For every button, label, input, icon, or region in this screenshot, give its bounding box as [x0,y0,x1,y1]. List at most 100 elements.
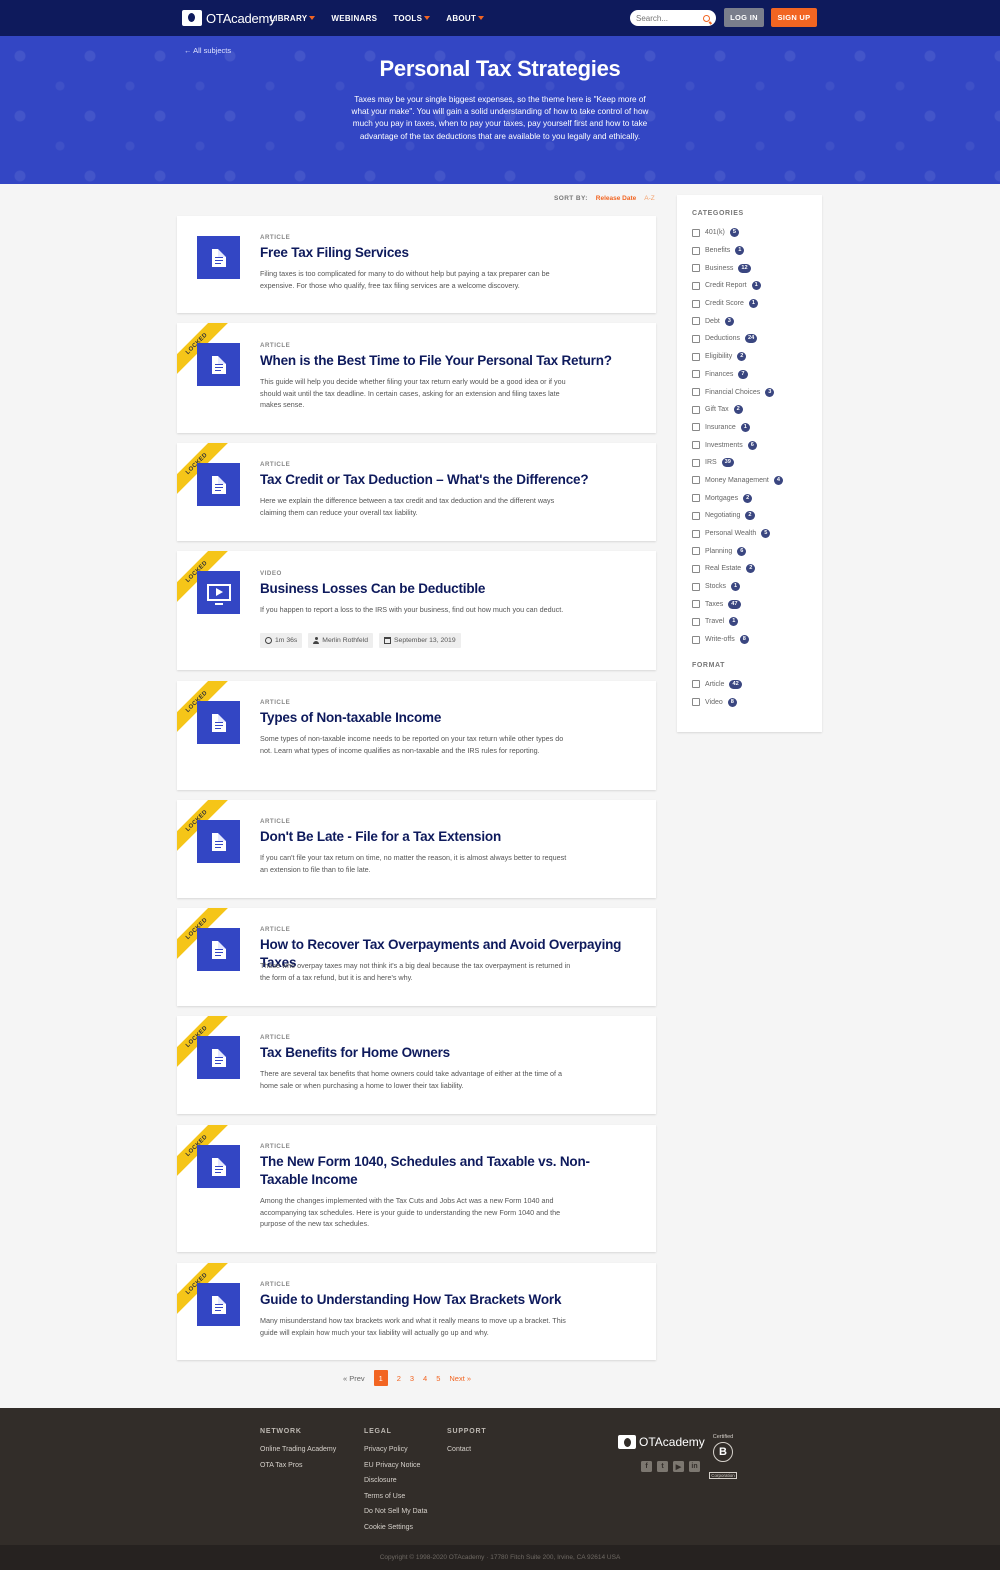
filter-checkbox[interactable] [692,317,700,326]
filter-option[interactable]: Taxes 47 [692,595,807,613]
card-title[interactable]: Guide to Understanding How Tax Brackets … [260,1291,650,1309]
footer-link[interactable]: Privacy Policy [364,1442,427,1458]
sort-release-date[interactable]: Release Date [596,195,636,202]
footer-link[interactable]: Online Trading Academy [260,1442,336,1458]
footer-logo[interactable]: OTAcademy [618,1435,705,1449]
filter-checkbox[interactable] [692,698,700,707]
filter-checkbox[interactable] [692,458,700,467]
filter-option[interactable]: 401(k) 5 [692,224,807,242]
content-card[interactable]: LOCKED ARTICLE The New Form 1040, Schedu… [177,1125,656,1252]
filter-checkbox[interactable] [692,299,700,308]
login-button[interactable]: LOG IN [724,8,764,27]
content-card[interactable]: ARTICLE Free Tax Filing Services Filing … [177,216,656,313]
menu-about[interactable]: ABOUT [446,14,485,23]
filter-option[interactable]: Gift Tax 2 [692,401,807,419]
filter-option[interactable]: Financial Choices 3 [692,383,807,401]
twitter-icon[interactable]: t [657,1461,668,1472]
filter-checkbox[interactable] [692,547,700,556]
filter-checkbox[interactable] [692,405,700,414]
filter-option[interactable]: Investments 6 [692,436,807,454]
filter-option[interactable]: Planning 6 [692,542,807,560]
logo[interactable]: OTAcademy [182,10,276,26]
filter-option[interactable]: Mortgages 2 [692,489,807,507]
filter-checkbox[interactable] [692,441,700,450]
filter-option[interactable]: Personal Wealth 5 [692,525,807,543]
linkedin-icon[interactable]: in [689,1461,700,1472]
card-title[interactable]: Don't Be Late - File for a Tax Extension [260,828,650,846]
search-input[interactable] [636,13,700,23]
card-title[interactable]: Free Tax Filing Services [260,244,650,262]
filter-option[interactable]: IRS 39 [692,454,807,472]
sort-a-z[interactable]: A-Z [644,195,654,202]
content-card[interactable]: LOCKED ARTICLE Don't Be Late - File for … [177,800,656,898]
filter-option[interactable]: Insurance 1 [692,419,807,437]
filter-checkbox[interactable] [692,388,700,397]
filter-option[interactable]: Finances 7 [692,366,807,384]
content-card[interactable]: LOCKED ARTICLE Types of Non-taxable Inco… [177,681,656,790]
filter-checkbox[interactable] [692,370,700,379]
filter-checkbox[interactable] [692,334,700,343]
page-3-link[interactable]: 3 [410,1374,414,1383]
footer-link[interactable]: Disclosure [364,1473,427,1489]
footer-link[interactable]: OTA Tax Pros [260,1458,336,1474]
filter-checkbox[interactable] [692,600,700,609]
content-card[interactable]: LOCKED VIDEO Business Losses Can be Dedu… [177,551,656,670]
filter-checkbox[interactable] [692,617,700,626]
footer-link[interactable]: Terms of Use [364,1489,427,1505]
filter-checkbox[interactable] [692,281,700,290]
filter-checkbox[interactable] [692,423,700,432]
filter-checkbox[interactable] [692,564,700,573]
page-2-link[interactable]: 2 [397,1374,401,1383]
filter-option[interactable]: Article 42 [692,676,807,694]
filter-option[interactable]: Real Estate 2 [692,560,807,578]
card-title[interactable]: When is the Best Time to File Your Perso… [260,352,650,370]
filter-checkbox[interactable] [692,228,700,237]
filter-checkbox[interactable] [692,582,700,591]
content-card[interactable]: LOCKED ARTICLE When is the Best Time to … [177,323,656,433]
filter-option[interactable]: Travel 1 [692,613,807,631]
filter-checkbox[interactable] [692,511,700,520]
prev-page-link[interactable]: « Prev [343,1374,365,1383]
search-icon[interactable] [703,14,710,22]
menu-library[interactable]: LIBRARY [270,14,316,23]
filter-option[interactable]: Money Management 4 [692,472,807,490]
filter-option[interactable]: Write-offs 8 [692,631,807,649]
filter-option[interactable]: Negotiating 2 [692,507,807,525]
content-card[interactable]: LOCKED ARTICLE Tax Benefits for Home Own… [177,1016,656,1114]
filter-checkbox[interactable] [692,529,700,538]
content-card[interactable]: LOCKED ARTICLE Guide to Understanding Ho… [177,1263,656,1360]
filter-option[interactable]: Eligibility 2 [692,348,807,366]
filter-checkbox[interactable] [692,476,700,485]
menu-tools[interactable]: TOOLS [393,14,431,23]
card-title[interactable]: Tax Credit or Tax Deduction – What's the… [260,471,650,489]
back-link[interactable]: ← All subjects [184,46,231,55]
filter-checkbox[interactable] [692,494,700,503]
next-page-link[interactable]: Next » [449,1374,471,1383]
filter-option[interactable]: Deductions 24 [692,330,807,348]
content-card[interactable]: LOCKED ARTICLE How to Recover Tax Overpa… [177,908,656,1006]
card-title[interactable]: Types of Non-taxable Income [260,709,650,727]
footer-link[interactable]: Do Not Sell My Data [364,1504,427,1520]
card-title[interactable]: Tax Benefits for Home Owners [260,1044,650,1062]
card-title[interactable]: The New Form 1040, Schedules and Taxable… [260,1153,630,1189]
filter-option[interactable]: Benefits 1 [692,242,807,260]
facebook-icon[interactable]: f [641,1461,652,1472]
page-1-current[interactable]: 1 [373,1370,388,1386]
footer-link[interactable]: Cookie Settings [364,1520,427,1536]
filter-checkbox[interactable] [692,680,700,689]
filter-checkbox[interactable] [692,264,700,273]
filter-option[interactable]: Stocks 1 [692,578,807,596]
filter-option[interactable]: Video 8 [692,693,807,711]
filter-checkbox[interactable] [692,246,700,255]
menu-webinars[interactable]: WEBINARS [331,14,377,23]
filter-checkbox[interactable] [692,352,700,361]
filter-option[interactable]: Business 12 [692,259,807,277]
footer-link[interactable]: Contact [447,1442,486,1458]
youtube-icon[interactable]: ▶ [673,1461,684,1472]
filter-checkbox[interactable] [692,635,700,644]
signup-button[interactable]: SIGN UP [771,8,817,27]
filter-option[interactable]: Credit Report 1 [692,277,807,295]
filter-option[interactable]: Credit Score 1 [692,295,807,313]
page-4-link[interactable]: 4 [423,1374,427,1383]
card-title[interactable]: Business Losses Can be Deductible [260,580,650,598]
